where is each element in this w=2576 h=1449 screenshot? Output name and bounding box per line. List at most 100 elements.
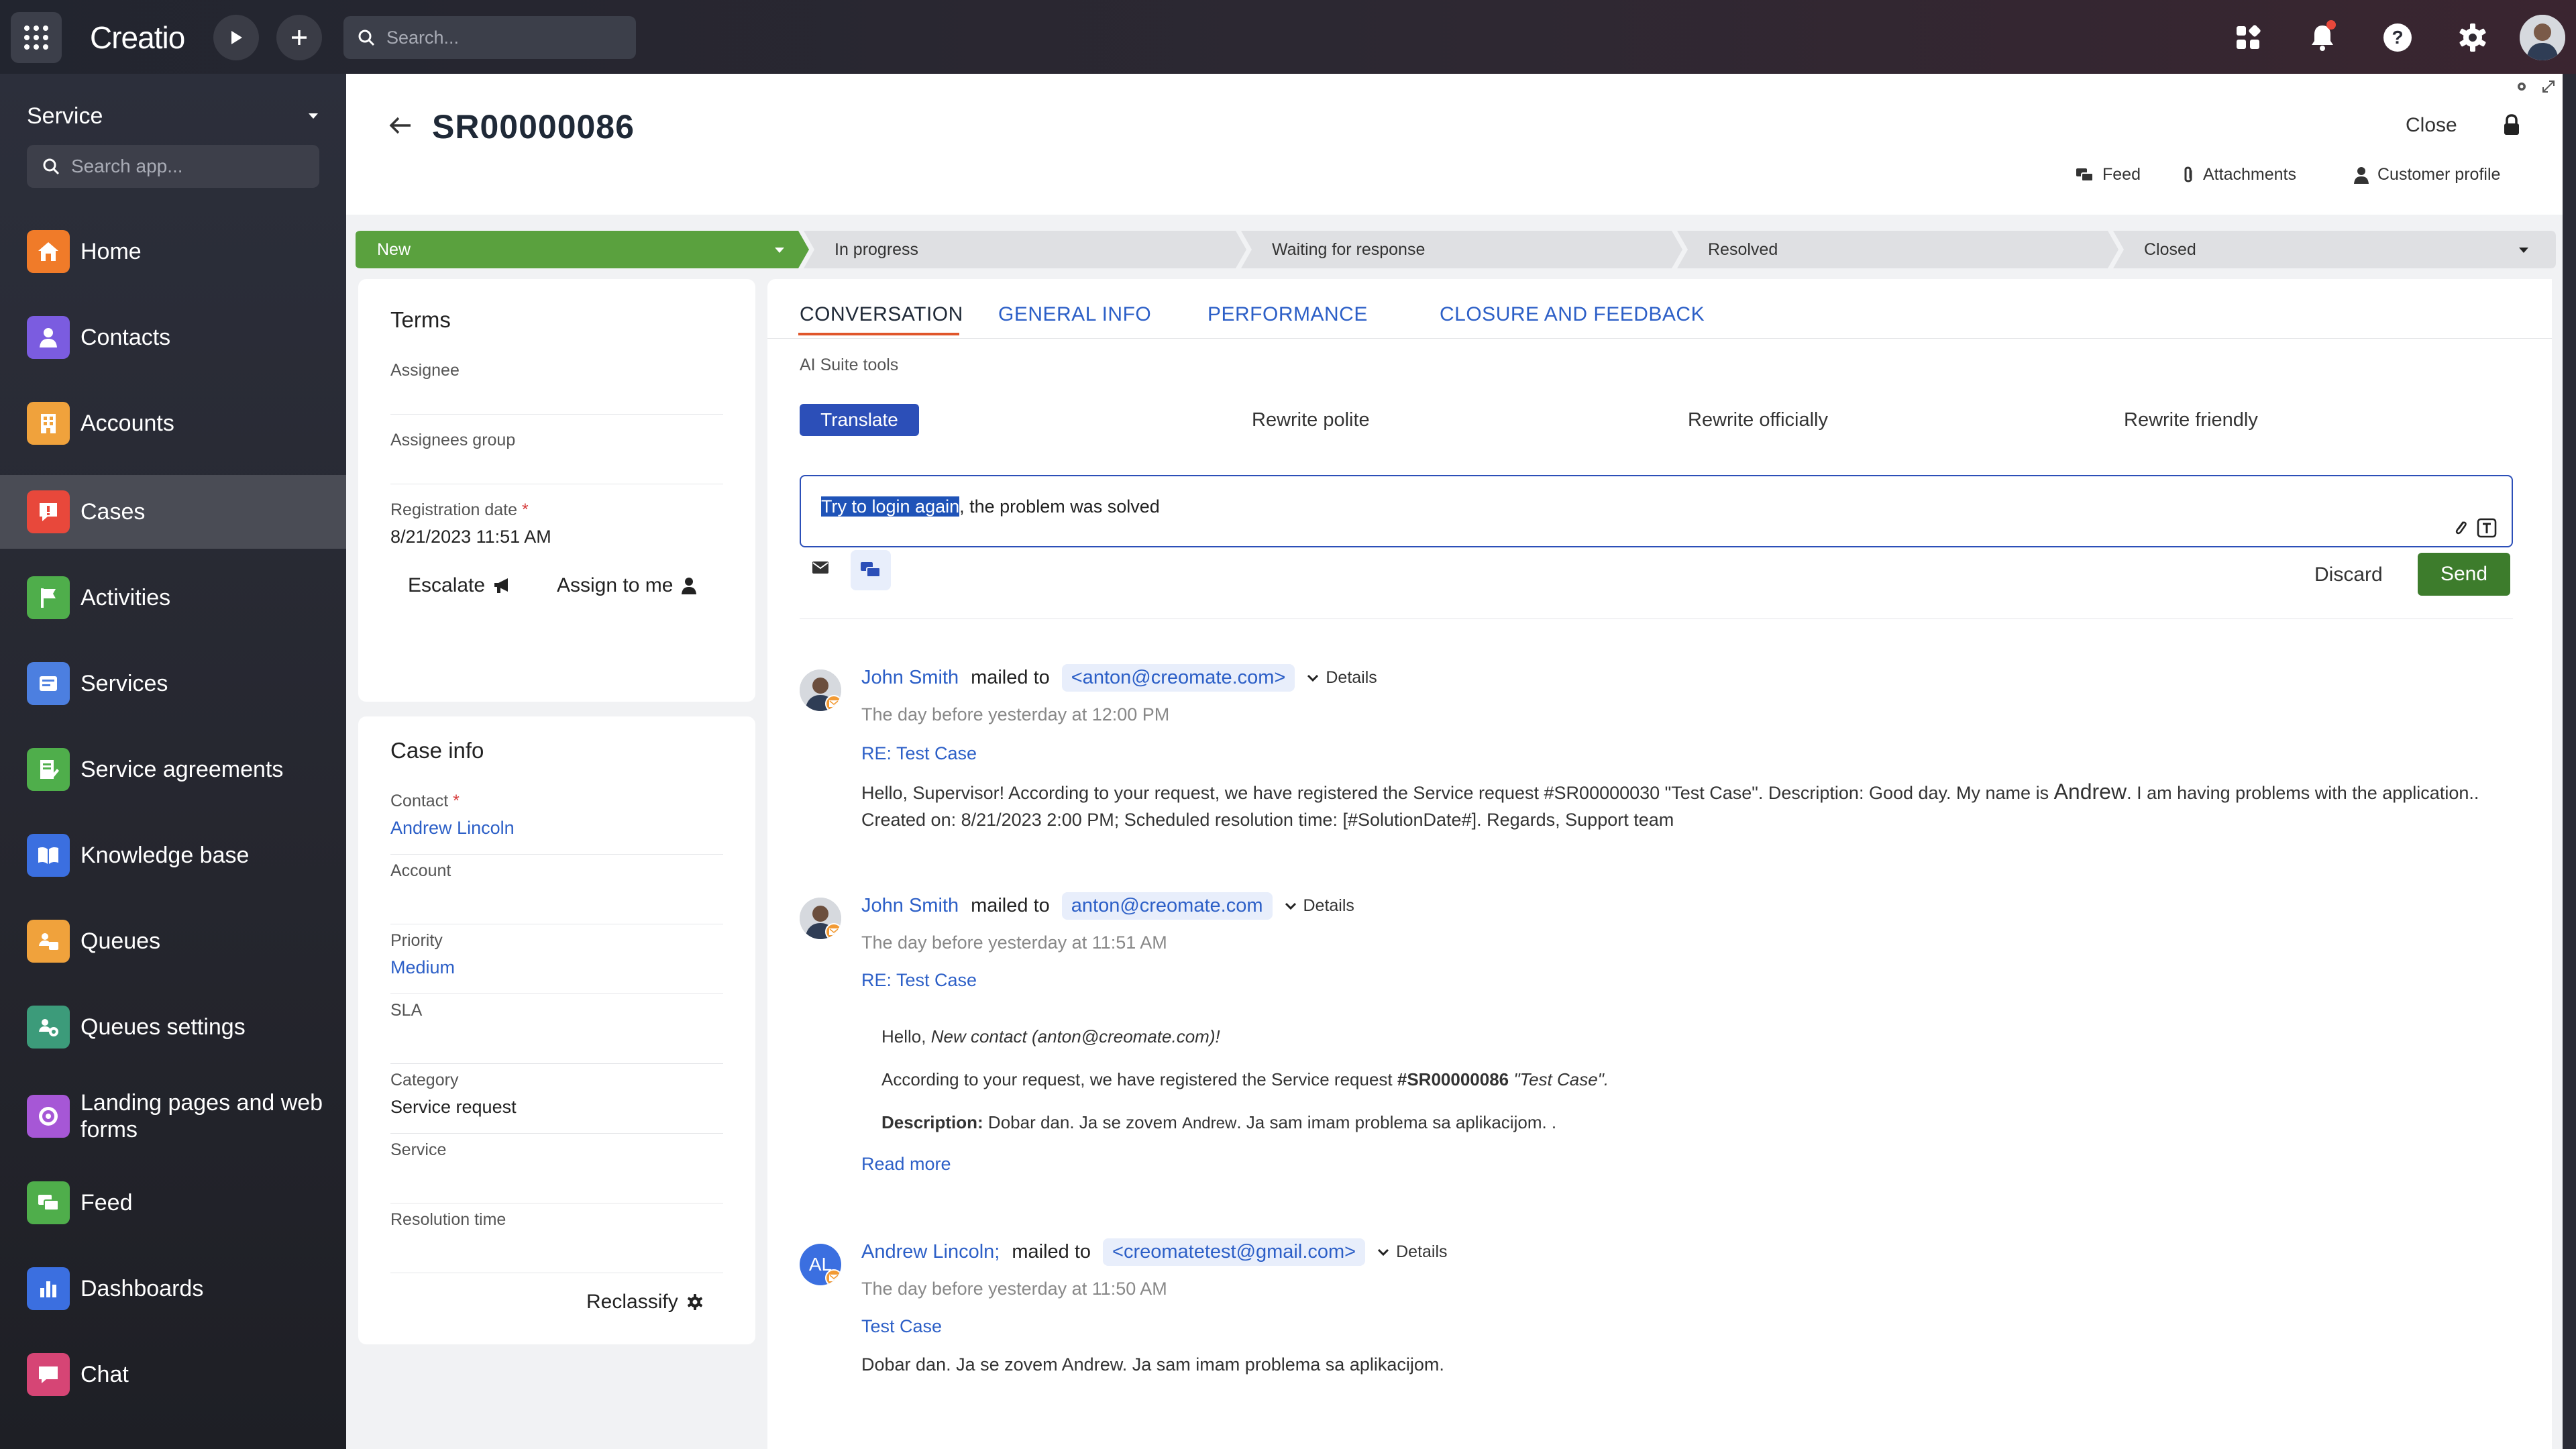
sender-name[interactable]: John Smith (861, 895, 959, 917)
apps-icon (2237, 25, 2261, 49)
message-header: Andrew Lincoln; mailed to <creomatetest@… (861, 1238, 1448, 1266)
run-process-button[interactable] (213, 15, 259, 60)
details-toggle[interactable]: Details (1377, 1242, 1448, 1262)
chat-channel-button[interactable] (851, 550, 891, 590)
rewrite-friendly-button[interactable]: Rewrite friendly (2124, 409, 2258, 431)
sidebar-item-services[interactable]: Services (0, 647, 346, 720)
sidebar-item-service-agreements[interactable]: Service agreements (0, 733, 346, 806)
service-field[interactable]: Service (390, 1140, 723, 1203)
required-marker: * (521, 500, 529, 519)
sidebar-item-queues-settings[interactable]: Queues settings (0, 990, 346, 1064)
sla-field[interactable]: SLA (390, 1001, 723, 1064)
contact-value[interactable]: Andrew Lincoln (390, 818, 723, 839)
registration-date-field[interactable]: Registration date * 8/21/2023 11:51 AM (390, 500, 723, 561)
sidebar-item-accounts[interactable]: Accounts (0, 386, 346, 460)
customer-profile-link[interactable]: Customer profile (2353, 165, 2500, 184)
priority-field[interactable]: Priority Medium (390, 931, 723, 994)
reclassify-button[interactable]: Reclassify (586, 1291, 704, 1313)
message-header: John Smith mailed to anton@creomate.com … (861, 892, 1354, 920)
sidebar-item-chat[interactable]: Chat (0, 1338, 346, 1411)
case-info-card: Case info Contact * Andrew Lincoln Accou… (358, 716, 755, 1344)
tab-general-info[interactable]: GENERAL INFO (998, 303, 1151, 326)
message-subject[interactable]: Test Case (861, 1316, 942, 1337)
creatio-logo[interactable]: Creatio (90, 19, 185, 56)
attachments-link[interactable]: Attachments (2182, 165, 2296, 184)
feed-icon (27, 1181, 70, 1224)
paperclip-icon[interactable] (2453, 518, 2467, 537)
rewrite-polite-button[interactable]: Rewrite polite (1252, 409, 1370, 431)
feed-link[interactable]: Feed (2076, 165, 2141, 184)
assignees-group-field[interactable]: Assignees group (390, 431, 723, 484)
tab-conversation[interactable]: CONVERSATION (800, 303, 963, 326)
message-subject[interactable]: RE: Test Case (861, 743, 977, 764)
message-time: The day before yesterday at 11:51 AM (861, 932, 1167, 953)
escalate-button[interactable]: Escalate (408, 574, 512, 597)
recipient-chip[interactable]: <anton@creomate.com> (1061, 664, 1295, 692)
create-button[interactable] (276, 15, 322, 60)
tab-closure-and-feedback[interactable]: CLOSURE AND FEEDBACK (1440, 303, 1705, 326)
settings-button[interactable] (2454, 19, 2491, 56)
sidebar-item-home[interactable]: Home (0, 215, 346, 288)
sidebar-item-landing-pages[interactable]: Landing pages and web forms (0, 1076, 346, 1157)
assignee-label: Assignee (390, 361, 460, 380)
sidebar-item-cases[interactable]: Cases (0, 475, 346, 549)
tab-performance[interactable]: PERFORMANCE (1208, 303, 1368, 326)
stage-closed[interactable]: Closed (2113, 231, 2556, 268)
details-toggle[interactable]: Details (1285, 896, 1354, 916)
stage-in-progress[interactable]: In progress (804, 231, 1246, 268)
help-button[interactable]: ? (2379, 19, 2416, 56)
expand-icon[interactable] (2541, 79, 2556, 94)
message-subject[interactable]: RE: Test Case (861, 970, 977, 991)
message-compose-field[interactable]: Try to login again, the problem was solv… (800, 475, 2513, 547)
chevron-down-icon (1307, 674, 1319, 682)
recipient-chip[interactable]: anton@creomate.com (1061, 892, 1273, 920)
stage-waiting-for-response[interactable]: Waiting for response (1241, 231, 1677, 268)
send-button[interactable]: Send (2418, 553, 2510, 596)
stage-new[interactable]: New (356, 231, 809, 268)
resolution-time-field[interactable]: Resolution time (390, 1210, 723, 1273)
assign-to-me-button[interactable]: Assign to me (557, 574, 697, 597)
discard-button[interactable]: Discard (2314, 564, 2383, 586)
settings-small-icon[interactable] (2514, 79, 2529, 94)
app-search[interactable]: Search app... (27, 145, 319, 188)
tab-divider (767, 338, 2552, 339)
close-button[interactable]: Close (2406, 114, 2457, 137)
priority-label: Priority (390, 931, 443, 950)
app-launcher-button[interactable] (11, 12, 62, 63)
template-icon[interactable] (2477, 518, 2497, 538)
category-field[interactable]: Category Service request (390, 1071, 723, 1134)
sidebar-item-knowledge-base[interactable]: Knowledge base (0, 818, 346, 892)
notifications-button[interactable] (2304, 19, 2341, 56)
email-channel-icon[interactable] (812, 561, 829, 574)
email-badge-icon (825, 1269, 841, 1285)
account-field[interactable]: Account (390, 861, 723, 924)
user-avatar[interactable] (2520, 15, 2565, 60)
sender-name[interactable]: John Smith (861, 667, 959, 689)
sidebar-item-feed[interactable]: Feed (0, 1166, 346, 1240)
sidebar-item-dashboards[interactable]: Dashboards (0, 1252, 346, 1326)
global-search[interactable]: Search... (343, 16, 636, 59)
avatar[interactable] (800, 669, 841, 711)
priority-value[interactable]: Medium (390, 957, 723, 978)
sidebar-item-contacts[interactable]: Contacts (0, 301, 346, 374)
avatar[interactable]: AL (800, 1244, 841, 1285)
plus-icon (292, 30, 307, 45)
translate-button[interactable]: Translate (800, 404, 919, 436)
contact-field[interactable]: Contact * Andrew Lincoln (390, 792, 723, 855)
back-arrow-icon[interactable] (388, 115, 412, 136)
assignee-field[interactable]: Assignee (390, 361, 723, 415)
sender-name[interactable]: Andrew Lincoln; (861, 1241, 1000, 1263)
workplace-selector[interactable]: Service (27, 98, 319, 134)
avatar[interactable] (800, 898, 841, 939)
sidebar-item-queues[interactable]: Queues (0, 904, 346, 978)
user-photo-icon (2520, 15, 2565, 60)
details-toggle[interactable]: Details (1307, 668, 1377, 688)
stage-resolved[interactable]: Resolved (1677, 231, 2113, 268)
mailed-to-text: mailed to (971, 895, 1050, 916)
apps-menu-button[interactable] (2229, 19, 2267, 56)
lock-icon[interactable] (2502, 114, 2521, 136)
rewrite-officially-button[interactable]: Rewrite officially (1688, 409, 1828, 431)
read-more-link[interactable]: Read more (861, 1154, 951, 1175)
recipient-chip[interactable]: <creomatetest@gmail.com> (1103, 1238, 1366, 1266)
sidebar-item-activities[interactable]: Activities (0, 561, 346, 635)
